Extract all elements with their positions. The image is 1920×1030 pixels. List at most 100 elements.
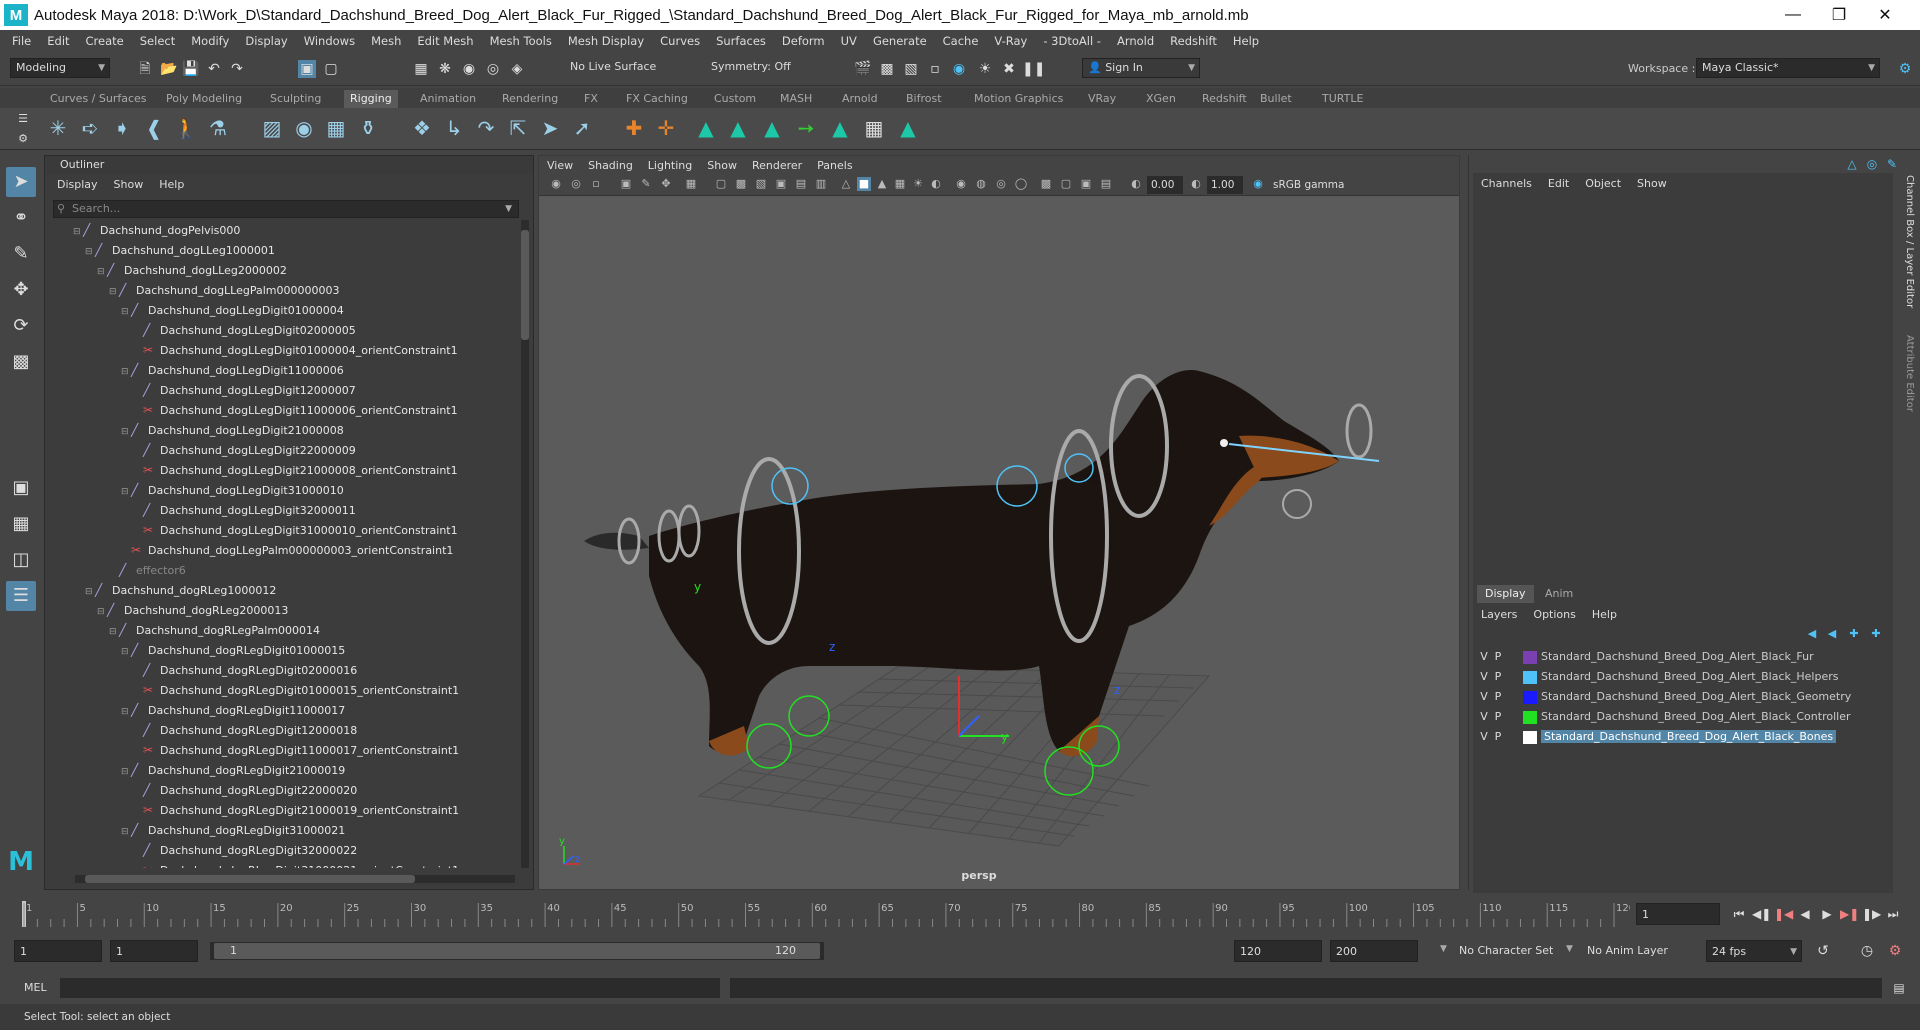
expand-toggle-icon[interactable]: ⊟ xyxy=(121,362,131,382)
playback-toggle[interactable]: P xyxy=(1491,727,1505,746)
viewport-menu-show[interactable]: Show xyxy=(707,159,737,172)
four-view-icon[interactable]: ▦ xyxy=(6,509,36,539)
arnold-shelf-4-icon[interactable]: ▲ xyxy=(826,114,854,142)
step-back-frame-icon[interactable]: ❚◀ xyxy=(1774,905,1793,923)
viewport-menu-renderer[interactable]: Renderer xyxy=(752,159,802,172)
time-ruler[interactable]: 1 5 10 15 20 25 30 35 40 45 50 55 60 65 70 75 80 85 90 95 10… xyxy=(20,897,1630,931)
menu-edit[interactable]: Edit xyxy=(39,34,77,48)
playback-toggle[interactable]: P xyxy=(1491,707,1505,726)
layer-row[interactable]: VP Standard_Dachshund_Breed_Dog_Alert_Bl… xyxy=(1477,687,1851,706)
snap-view-icon[interactable]: ◎ xyxy=(484,60,502,78)
outliner-item[interactable]: ⊟ ╱ Dachshund_dogLLegDigit31000010 xyxy=(121,480,344,500)
arnold-render-icon[interactable]: ☀ xyxy=(976,60,994,78)
layer-name[interactable]: Standard_Dachshund_Breed_Dog_Alert_Black… xyxy=(1541,670,1838,683)
shelf-tab-xgen[interactable]: XGen xyxy=(1140,90,1182,108)
outliner-item[interactable]: ╱ Dachshund_dogRLegDigit22000020 xyxy=(133,780,357,800)
viewport-menu-view[interactable]: View xyxy=(547,159,573,172)
wireframe-icon[interactable]: △ xyxy=(839,177,853,191)
outliner-item[interactable]: ⊟ ╱ Dachshund_dogRLeg1000012 xyxy=(85,580,276,600)
layer-row[interactable]: VP Standard_Dachshund_Breed_Dog_Alert_Bl… xyxy=(1477,727,1837,746)
start-time-field[interactable]: 1 xyxy=(14,940,102,962)
expand-toggle-icon[interactable]: ⊟ xyxy=(97,262,107,282)
arnold-shelf-icon[interactable]: ▲ xyxy=(692,114,720,142)
shelf-tab-redshift[interactable]: Redshift xyxy=(1196,90,1253,108)
render-view-icon[interactable]: ▩ xyxy=(878,60,896,78)
add-influence-icon[interactable]: ✚ xyxy=(620,114,648,142)
exposure-field[interactable]: 0.00 xyxy=(1147,176,1183,194)
select-tool-icon[interactable]: ➤ xyxy=(6,167,36,197)
ipr-icon[interactable]: ▧ xyxy=(902,60,920,78)
shelf-settings-icon[interactable]: ⚙ xyxy=(14,130,32,148)
humanik-icon[interactable]: ⚗ xyxy=(204,114,232,142)
menu-surfaces[interactable]: Surfaces xyxy=(708,34,774,48)
go-to-end-icon[interactable]: ⏭ xyxy=(1884,905,1902,923)
joint-tool-icon[interactable]: ✳ xyxy=(44,114,72,142)
channel-menu-channels[interactable]: Channels xyxy=(1481,177,1532,190)
current-frame-field[interactable]: 1 xyxy=(1636,903,1720,925)
visibility-toggle[interactable]: V xyxy=(1477,727,1491,746)
aim-constraint-icon[interactable]: ➤ xyxy=(536,114,564,142)
visibility-toggle[interactable]: V xyxy=(1477,647,1491,666)
menu-select[interactable]: Select xyxy=(132,34,183,48)
outliner-item[interactable]: ╱ Dachshund_dogLLegDigit32000011 xyxy=(133,500,356,520)
outliner-item[interactable]: ╱ Dachshund_dogRLegDigit32000022 xyxy=(133,840,357,860)
layer-row[interactable]: VP Standard_Dachshund_Breed_Dog_Alert_Bl… xyxy=(1477,707,1850,726)
expand-toggle-icon[interactable]: ⊟ xyxy=(85,242,95,262)
xray-joints-icon[interactable]: ▣ xyxy=(1079,177,1093,191)
channel-menu-show[interactable]: Show xyxy=(1637,177,1667,190)
arnold-shelf-3-icon[interactable]: ▲ xyxy=(758,114,786,142)
menu-arnold[interactable]: Arnold xyxy=(1109,34,1162,48)
expand-toggle-icon[interactable]: ⊟ xyxy=(73,222,83,242)
outliner-item[interactable]: ╱ Dachshund_dogRLegDigit12000018 xyxy=(133,720,357,740)
move-layer-down-icon[interactable]: ◀ xyxy=(1823,625,1841,643)
layer-name[interactable]: Standard_Dachshund_Breed_Dog_Alert_Black… xyxy=(1541,650,1814,663)
outliner-item[interactable]: ⊟ ╱ Dachshund_dogLLeg2000002 xyxy=(97,260,287,280)
fps-dropdown[interactable]: 24 fps ▼ xyxy=(1706,940,1802,962)
range-handle[interactable]: 1 120 xyxy=(214,943,820,959)
shelf-tab-motion-graphics[interactable]: Motion Graphics xyxy=(968,90,1069,108)
menu-mesh[interactable]: Mesh xyxy=(363,34,409,48)
auto-key-icon[interactable]: ◷ xyxy=(1858,942,1876,960)
symmetry-dropdown[interactable]: Symmetry: Off xyxy=(706,58,806,78)
snap-curve-icon[interactable]: ❋ xyxy=(436,60,454,78)
shelf-tab-bifrost[interactable]: Bifrost xyxy=(900,90,948,108)
viewport-menu-shading[interactable]: Shading xyxy=(588,159,633,172)
outliner-item[interactable]: ╱ effector6 xyxy=(109,560,186,580)
screen-space-ao-icon[interactable]: ◉ xyxy=(954,177,968,191)
isolate-select-icon[interactable]: ▩ xyxy=(1039,177,1053,191)
snap-surface-icon[interactable]: ◈ xyxy=(508,60,526,78)
layer-color-swatch[interactable] xyxy=(1523,650,1537,664)
menu-modify[interactable]: Modify xyxy=(183,34,237,48)
menu-redshift[interactable]: Redshift xyxy=(1162,34,1225,48)
render-settings-icon[interactable]: ▫ xyxy=(926,60,944,78)
point-constraint-icon[interactable]: ↳ xyxy=(440,114,468,142)
shelf-tab-arnold[interactable]: Arnold xyxy=(836,90,884,108)
cluster-icon[interactable]: ⚱ xyxy=(354,114,382,142)
outliner-item[interactable]: ✂ Dachshund_dogLLegDigit11000006_orientCo… xyxy=(133,400,458,420)
outliner-item[interactable]: ✂ Dachshund_dogRLegDigit21000019_orientCo… xyxy=(133,800,459,820)
outliner-horizontal-scrollbar[interactable] xyxy=(75,875,515,883)
safe-action-icon[interactable]: ▤ xyxy=(794,177,808,191)
scale-constraint-icon[interactable]: ⇱ xyxy=(504,114,532,142)
shelf-tab-fx[interactable]: FX xyxy=(578,90,604,108)
outliner-item[interactable]: ╱ Dachshund_dogLLegDigit02000005 xyxy=(133,320,356,340)
range-bar[interactable]: 1 120 xyxy=(210,942,824,960)
layer-color-swatch[interactable] xyxy=(1523,730,1537,744)
step-forward-frame-icon[interactable]: ▶❚ xyxy=(1840,905,1859,923)
hypershade-icon[interactable]: ◉ xyxy=(950,60,968,78)
shelf-tab-turtle[interactable]: TURTLE xyxy=(1316,90,1369,108)
menu-mesh-display[interactable]: Mesh Display xyxy=(560,34,652,48)
outliner-item[interactable]: ╱ Dachshund_dogLLegDigit22000009 xyxy=(133,440,356,460)
go-to-start-icon[interactable]: ⏮ xyxy=(1730,905,1748,923)
anim-layer-dropdown[interactable]: No Anim Layer xyxy=(1582,940,1682,962)
viewport-panel[interactable]: View Shading Lighting Show Renderer Panels ◉ … xyxy=(538,155,1460,890)
side-by-side-icon[interactable]: ◫ xyxy=(6,545,36,575)
orient-constraint-icon[interactable]: ↷ xyxy=(472,114,500,142)
layer-menu-layers[interactable]: Layers xyxy=(1481,608,1517,621)
grease-pencil-icon[interactable]: ✎ xyxy=(639,177,653,191)
attribute-editor-side-tab[interactable]: Attribute Editor xyxy=(1904,335,1915,412)
locator-icon[interactable]: ❖ xyxy=(408,114,436,142)
outliner-item[interactable]: ⊟ ╱ Dachshund_dogRLegPalm000014 xyxy=(109,620,320,640)
outliner-item[interactable]: ✂Dachshund_dogRLegDigit31000021_orientCo… xyxy=(133,860,459,868)
quick-rig-icon[interactable]: 🚶 xyxy=(172,114,200,142)
